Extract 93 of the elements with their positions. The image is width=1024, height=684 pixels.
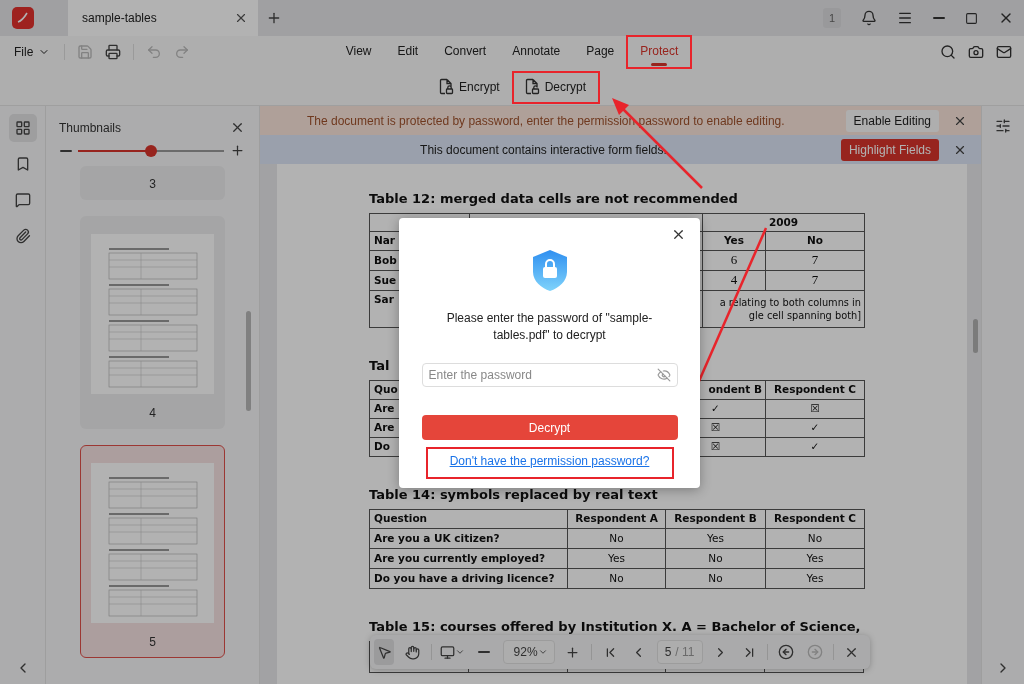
close-button[interactable] — [671, 227, 686, 242]
menu-tab[interactable]: Edit — [386, 36, 430, 68]
caret-icon — [455, 647, 466, 657]
table-cell: Question — [369, 509, 568, 529]
table-cell: Yes — [702, 231, 766, 251]
table-cell: Yes — [765, 568, 865, 589]
table-cell: No — [665, 548, 766, 569]
highlight-fields-button[interactable]: Highlight Fields — [840, 138, 939, 161]
page-thumbnail-card[interactable]: 5 — [80, 445, 225, 658]
slider-thumb[interactable] — [145, 144, 157, 157]
plus-icon — [565, 644, 581, 660]
table-cell: No — [765, 231, 865, 251]
close-icon — [230, 120, 245, 135]
close-icon — [671, 227, 686, 242]
table-cell: No — [665, 568, 766, 589]
circle-arrow-left-icon — [778, 644, 795, 660]
settings-sliders-icon[interactable] — [995, 118, 1011, 134]
select-tool[interactable] — [374, 639, 395, 665]
table-title: Table 14: symbols replaced by real text — [369, 487, 658, 502]
camera-icon[interactable] — [968, 44, 984, 60]
hand-icon — [405, 644, 421, 660]
file-menu[interactable]: File — [12, 45, 53, 59]
table-cell: 6 — [702, 250, 766, 271]
panel-title: Thumbnails — [59, 120, 122, 135]
close-icon[interactable] — [234, 11, 248, 25]
table-cell: Yes — [765, 548, 865, 569]
thumbnails-grid-icon — [14, 120, 31, 136]
bell-icon[interactable] — [861, 10, 877, 26]
table-cell: ✓ — [765, 437, 865, 457]
table-cell: No — [765, 528, 865, 549]
zoom-in-icon[interactable] — [230, 143, 245, 158]
table-cell: No — [567, 528, 666, 549]
table-cell: 2009 — [702, 213, 865, 232]
page-number: 4 — [149, 406, 156, 420]
table-cell: 7 — [765, 250, 865, 271]
sidebar-tab[interactable] — [8, 114, 37, 142]
table-cell: Respondent C — [765, 380, 865, 400]
table-cell: ✓ — [765, 418, 865, 438]
table-cell: Respondent A — [567, 509, 666, 529]
page-number: 5 — [149, 635, 156, 649]
table-cell: 4 — [702, 270, 766, 291]
file-lock-icon — [438, 78, 454, 95]
menu-tab[interactable]: Convert — [433, 36, 498, 68]
menu-tab[interactable]: View — [334, 36, 383, 68]
decrypt-button[interactable]: Decrypt — [515, 72, 594, 101]
zoom-slider[interactable] — [78, 144, 224, 157]
printer-icon[interactable] — [105, 44, 122, 60]
banner-message: The document is protected by password, enter the permission password to enable editing. — [306, 113, 786, 128]
table-cell: Are you a UK citizen? — [369, 528, 568, 549]
table-cell: Respondent C — [765, 509, 865, 529]
table-cell: Yes — [665, 528, 766, 549]
close-button[interactable] — [230, 120, 245, 135]
menu-tab[interactable]: Protect — [629, 36, 690, 68]
menu-tab[interactable]: Annotate — [501, 36, 572, 68]
table-cell: 7 — [765, 270, 865, 291]
table-title: Table 15: courses offered by Institution X. A = Bachelor of Science, — [369, 619, 861, 634]
page-number: 3 — [149, 177, 156, 191]
table-title: Table 12: merged data cells are not recommended — [369, 191, 738, 206]
encrypt-button[interactable]: Encrypt — [430, 72, 508, 101]
menu-tab[interactable]: Page — [575, 36, 626, 68]
comment-icon — [14, 192, 31, 208]
minus-icon — [478, 651, 491, 653]
page-thumbnail-card[interactable]: 3 — [80, 166, 225, 200]
paperclip-icon — [14, 228, 31, 244]
table-cell: Are you currently employed? — [369, 548, 568, 569]
pointer-icon — [376, 644, 392, 660]
table-cell: Do you have a driving licence? — [369, 568, 568, 589]
scrollbar-thumb[interactable] — [246, 311, 251, 411]
scrollbar-thumb[interactable] — [973, 319, 978, 353]
eye-off-icon[interactable] — [656, 368, 671, 382]
page-number-field[interactable]: 5 / 11 — [656, 640, 703, 664]
enable-editing-button[interactable]: Enable Editing — [845, 109, 939, 132]
zoom-dropdown[interactable]: 92% — [502, 640, 555, 664]
table-cell: Respondent B — [665, 509, 766, 529]
new-tab-icon[interactable] — [266, 10, 282, 26]
app-logo-icon — [12, 7, 34, 29]
decrypt-button[interactable]: Decrypt — [421, 415, 678, 440]
table-cell: No — [567, 568, 666, 589]
menu-icon[interactable] — [897, 10, 913, 26]
table-cell: Yes — [567, 548, 666, 569]
circle-arrow-right-icon — [806, 644, 823, 660]
document-tab[interactable]: sample-tables — [68, 0, 258, 36]
caret-icon — [537, 647, 548, 657]
table-cell: ☒ — [765, 399, 865, 419]
zoom-out-icon[interactable] — [60, 149, 72, 152]
table-title: Tal — [369, 358, 390, 373]
page-thumbnail-card[interactable]: 4 — [80, 216, 225, 429]
mail-icon[interactable] — [996, 44, 1012, 60]
file-unlock-icon — [523, 78, 540, 95]
password-field[interactable]: Enter the password — [421, 363, 678, 387]
monitor-icon — [440, 644, 456, 660]
maximize-icon[interactable] — [965, 11, 978, 25]
search-icon[interactable] — [940, 44, 956, 60]
